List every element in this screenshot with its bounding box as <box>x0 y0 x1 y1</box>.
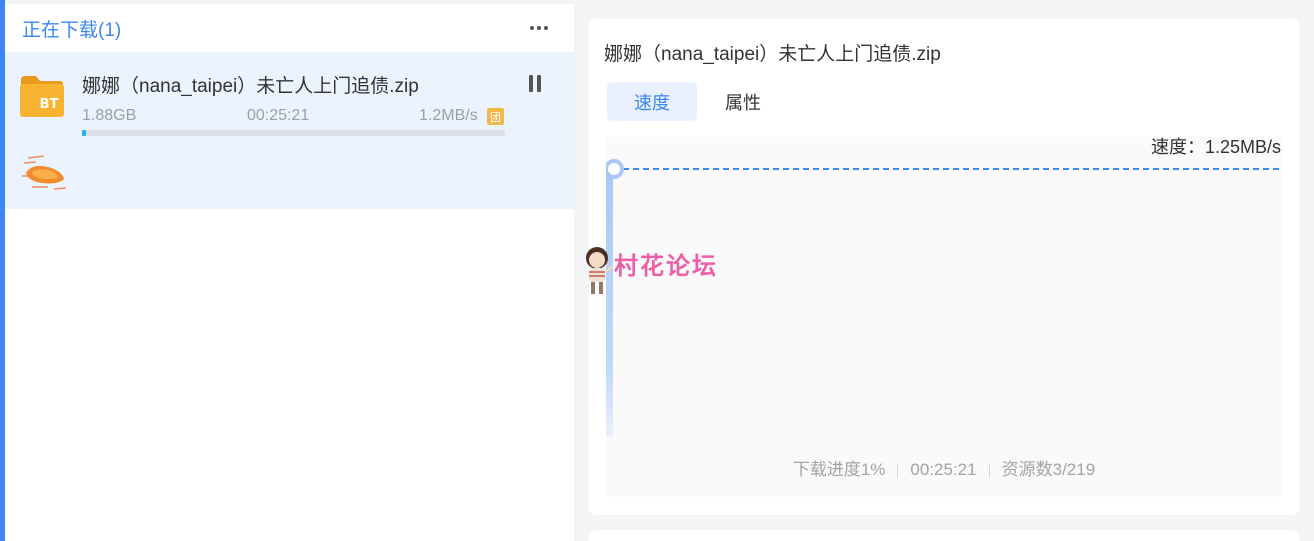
time-remaining-stat: 00:25:21 <box>910 460 977 479</box>
speed-chart-canvas <box>606 159 1282 437</box>
stat-divider <box>988 463 990 478</box>
bt-folder-icon: BT <box>20 76 64 117</box>
detail-file-name: 娜娜（nana_taipei）未亡人上门追债.zip <box>604 44 941 65</box>
task-progress-bar <box>82 130 505 136</box>
tab-properties[interactable]: 属性 <box>698 82 788 121</box>
watermark-text: 村花论坛 <box>614 252 718 280</box>
task-file-name: 娜娜（nana_taipei）未亡人上门追债.zip <box>82 76 419 97</box>
task-progress-fill <box>82 130 87 136</box>
group-speed-badge-icon[interactable]: 团 <box>487 108 504 125</box>
speed-bar <box>606 169 613 437</box>
watermark-girl-icon <box>586 247 614 294</box>
stat-divider <box>897 463 899 478</box>
lower-panel <box>589 530 1299 541</box>
task-speed: 1.2MB/s <box>419 107 478 124</box>
download-progress-stat: 下载进度1% <box>792 460 886 479</box>
tab-speed[interactable]: 速度 <box>607 82 697 121</box>
pause-icon[interactable] <box>527 75 545 95</box>
download-stats: 下载进度1% 00:25:21 资源数3/219 <box>606 455 1282 480</box>
watermark: 村花论坛 <box>580 244 740 300</box>
more-dots-icon[interactable] <box>530 20 548 36</box>
download-list-header: 正在下载(1) <box>5 4 574 52</box>
downloading-title: 正在下载(1) <box>22 19 122 41</box>
download-task-item[interactable]: BT 娜娜（nana_taipei）未亡人上门追债.zip 1.88GB 00:… <box>5 52 574 209</box>
turbo-boost-icon[interactable] <box>18 153 70 193</box>
download-list-panel: 正在下载(1) BT 娜娜（nana_taipei）未亡人上门追债.zip 1.… <box>5 4 574 541</box>
task-size: 1.88GB <box>82 107 137 124</box>
speed-current-point <box>606 159 624 179</box>
bt-label: BT <box>40 97 59 112</box>
sources-stat: 资源数3/219 <box>1001 460 1096 479</box>
task-time-remaining: 00:25:21 <box>247 107 310 124</box>
speed-chart: 速度：1.25MB/s 下载进度1% 00:25:21 资源数3/219 <box>606 137 1282 497</box>
